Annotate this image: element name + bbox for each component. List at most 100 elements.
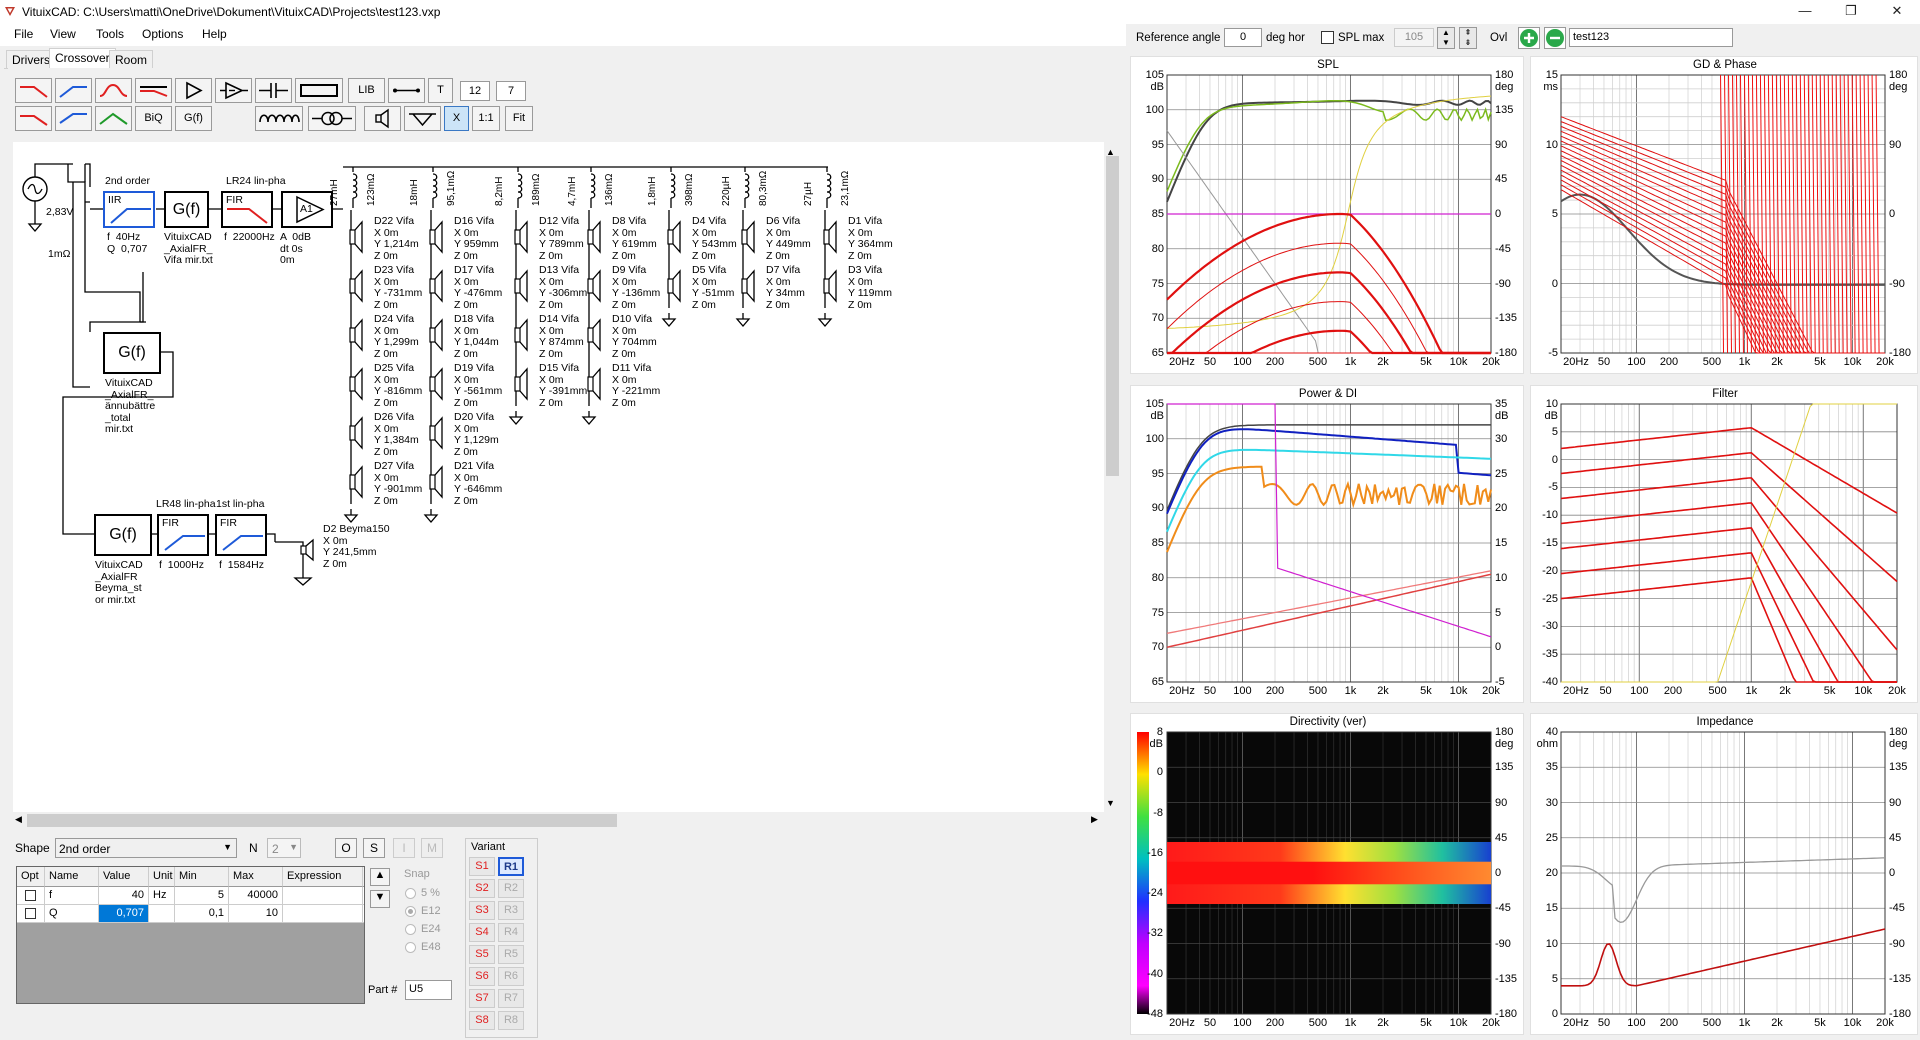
lowpass-shelf-button[interactable]: [15, 106, 52, 131]
snap-radio[interactable]: [405, 888, 416, 899]
menu-tools[interactable]: Tools: [96, 27, 124, 41]
variant-r2-button[interactable]: R2: [498, 879, 524, 898]
wire-button[interactable]: [388, 78, 425, 103]
table-cell[interactable]: 0,707: [99, 905, 149, 923]
gf-block-3[interactable]: G(f): [94, 514, 152, 556]
variant-s6-button[interactable]: S6: [469, 967, 495, 986]
graph-spl[interactable]: SPL 105 100 95 90 85 80 75 70 65 dB 180 135 90 45 0 -45-…: [1130, 56, 1524, 374]
bandpass-filter-button[interactable]: [95, 78, 132, 103]
graph-gd[interactable]: GD & Phase 15 10 5 0 -5 ms 180 90 0 -90 -180 deg 20Hz…: [1530, 56, 1918, 374]
transformer-button[interactable]: [308, 106, 356, 131]
table-cell[interactable]: 40: [99, 887, 149, 905]
table-cell[interactable]: 0,1: [175, 905, 229, 923]
table-cell[interactable]: [283, 905, 363, 923]
tab-crossover[interactable]: Crossover: [49, 48, 116, 69]
variant-s1-button[interactable]: S1: [469, 857, 495, 876]
snap-radio[interactable]: [405, 942, 416, 953]
overlay-add-button[interactable]: [1518, 27, 1540, 49]
fir-lowpass-block[interactable]: FIR: [221, 191, 273, 228]
variant-r6-button[interactable]: R6: [498, 967, 524, 986]
table-cell[interactable]: [17, 905, 45, 923]
gf-block-1[interactable]: G(f): [164, 191, 209, 228]
peaking-eq-button[interactable]: [95, 106, 132, 131]
iir-filter-block[interactable]: IIR: [103, 191, 155, 228]
table-cell[interactable]: Hz: [149, 887, 175, 905]
table-cell[interactable]: f: [45, 887, 99, 905]
highpass-filter-button[interactable]: [55, 78, 92, 103]
vertical-scroll-thumb[interactable]: [1106, 156, 1119, 476]
table-cell[interactable]: [17, 887, 45, 905]
variant-r1-button[interactable]: R1: [498, 857, 524, 876]
scroll-left-icon[interactable]: ◀: [15, 814, 22, 825]
variant-r3-button[interactable]: R3: [498, 901, 524, 920]
close-button[interactable]: ✕: [1874, 0, 1920, 24]
opt-checkbox[interactable]: [25, 890, 36, 901]
overlay-remove-button[interactable]: [1544, 27, 1566, 49]
canvas-vertical-scrollbar[interactable]: ▲ ▼: [1104, 142, 1121, 812]
variant-r7-button[interactable]: R7: [498, 989, 524, 1008]
ground-button[interactable]: [404, 106, 441, 131]
overlay-name-input[interactable]: test123: [1569, 28, 1733, 47]
spl-max-checkbox[interactable]: [1321, 31, 1334, 44]
variant-s4-button[interactable]: S4: [469, 923, 495, 942]
minimize-button[interactable]: —: [1782, 0, 1828, 24]
amplifier-block[interactable]: A1: [281, 191, 333, 228]
zoom-1-1-button[interactable]: 1:1: [472, 106, 500, 131]
resistor-button[interactable]: [295, 78, 343, 103]
lowpass-filter-button[interactable]: [15, 78, 52, 103]
variant-s8-button[interactable]: S8: [469, 1011, 495, 1030]
o-button[interactable]: O: [335, 838, 357, 858]
tab-room[interactable]: Room: [109, 50, 154, 68]
font-size-input[interactable]: 7: [496, 81, 526, 101]
variant-s7-button[interactable]: S7: [469, 989, 495, 1008]
graph-filter[interactable]: Filter 10 5 0 -5 -10 -15 -20 -25 -30 -35 -40 dB 20Hz 5…: [1530, 385, 1918, 703]
snap-radio[interactable]: [405, 906, 416, 917]
buffer-button[interactable]: [175, 78, 212, 103]
scroll-down-icon[interactable]: ▼: [1106, 798, 1115, 808]
move-up-button[interactable]: ▲: [370, 868, 390, 886]
graph-directivity[interactable]: Directivity (ver) 180 135 90 45 0 -45 -90 -135 -1…: [1130, 713, 1524, 1035]
m-button[interactable]: M: [421, 838, 443, 858]
variant-s3-button[interactable]: S3: [469, 901, 495, 920]
variant-r5-button[interactable]: R5: [498, 945, 524, 964]
driver-button[interactable]: [364, 106, 401, 131]
part-number-input[interactable]: U5: [405, 980, 452, 1000]
zoom-fit-button[interactable]: Fit: [505, 106, 533, 131]
table-cell[interactable]: 10: [229, 905, 283, 923]
table-cell[interactable]: Q: [45, 905, 99, 923]
fir-highpass-block-2[interactable]: FIR: [215, 514, 267, 556]
x-toggle-button[interactable]: X: [444, 106, 469, 131]
i-button[interactable]: I: [393, 838, 415, 858]
s-button[interactable]: S: [363, 838, 385, 858]
reference-angle-input[interactable]: 0: [1224, 28, 1262, 47]
variant-r8-button[interactable]: R8: [498, 1011, 524, 1030]
menu-help[interactable]: Help: [202, 27, 227, 41]
variant-r4-button[interactable]: R4: [498, 923, 524, 942]
fir-highpass-block-1[interactable]: FIR: [157, 514, 209, 556]
highpass-shelf-button[interactable]: [55, 106, 92, 131]
menu-options[interactable]: Options: [142, 27, 183, 41]
canvas-horizontal-scrollbar[interactable]: ◀ ▶: [13, 812, 1117, 829]
opt-checkbox[interactable]: [25, 908, 36, 919]
library-button[interactable]: LIB: [348, 78, 385, 103]
scroll-right-icon[interactable]: ▶: [1091, 814, 1098, 825]
menu-view[interactable]: View: [50, 27, 76, 41]
spl-max-input[interactable]: 105: [1394, 28, 1434, 47]
graph-power[interactable]: Power & DI 105 100 95 90 85 80 75 70 65 dB 35 30 25 20…: [1130, 385, 1524, 703]
biquad-button[interactable]: BiQ: [135, 106, 172, 131]
capacitor-button[interactable]: [255, 78, 292, 103]
shape-dropdown[interactable]: 2nd order ▼: [55, 838, 237, 858]
table-cell[interactable]: [283, 887, 363, 905]
move-down-button[interactable]: ▼: [370, 890, 390, 908]
maximize-button[interactable]: ❐: [1828, 0, 1874, 24]
variant-s5-button[interactable]: S5: [469, 945, 495, 964]
gf-block-2[interactable]: G(f): [103, 332, 161, 374]
text-tool-button[interactable]: T: [428, 78, 453, 103]
inductor-button[interactable]: [255, 106, 303, 131]
table-cell[interactable]: 5: [175, 887, 229, 905]
table-cell[interactable]: 40000: [229, 887, 283, 905]
menu-file[interactable]: File: [14, 27, 33, 41]
graph-impedance[interactable]: Impedance 40 35 30 25 20 15 10 5 0 ohm 180 135 90 45 0-…: [1530, 713, 1918, 1035]
spl-auto-icon[interactable]: ⇞ ⇟: [1459, 27, 1477, 49]
grid-size-input[interactable]: 12: [460, 81, 490, 101]
